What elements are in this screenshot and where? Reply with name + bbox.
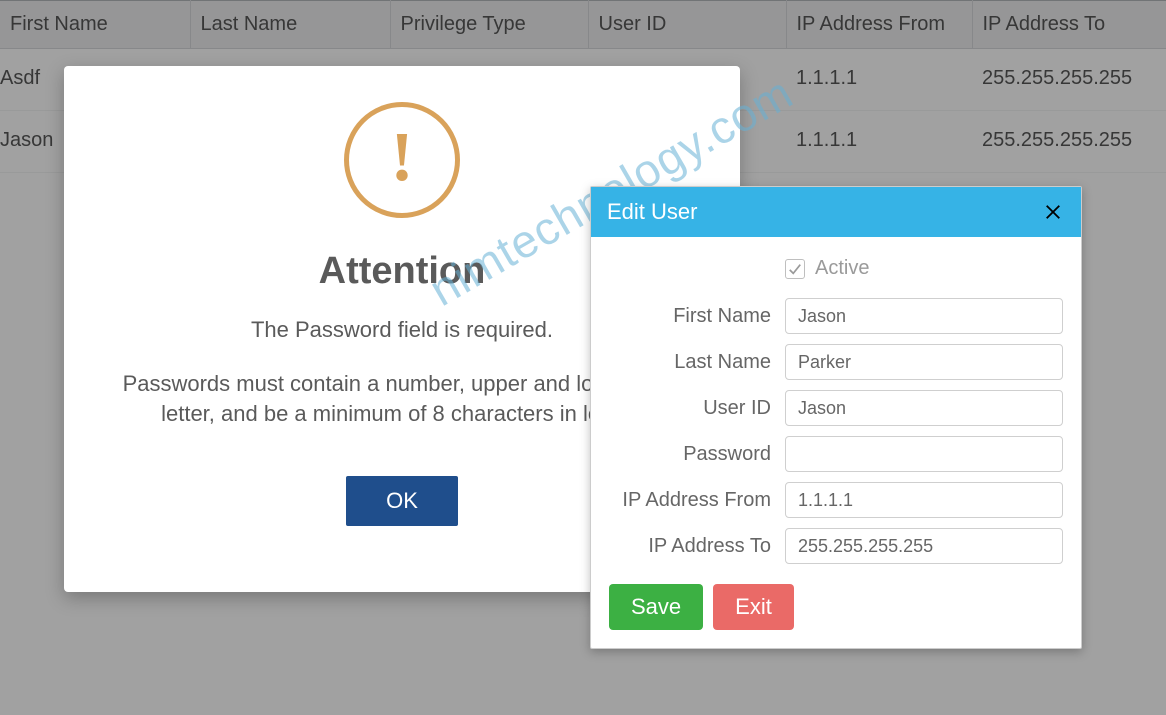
input-ip-to[interactable] [785,528,1063,564]
label-password: Password [609,443,785,466]
cell-ip-to: 255.255.255.255 [972,111,1166,173]
edit-user-dialog: Edit User Active First Name Last Name Us… [590,186,1082,649]
cell-ip-to: 255.255.255.255 [972,49,1166,111]
save-button[interactable]: Save [609,584,703,630]
active-label: Active [815,257,869,280]
col-privilege-type[interactable]: Privilege Type [390,1,588,49]
attention-title: Attention [319,250,486,293]
exclamation-icon: ! [390,123,413,193]
attention-message-1: The Password field is required. [251,317,553,343]
cell-ip-from: 1.1.1.1 [786,111,972,173]
col-ip-from[interactable]: IP Address From [786,1,972,49]
close-button[interactable] [1039,198,1067,226]
label-ip-to: IP Address To [609,535,785,558]
col-last-name[interactable]: Last Name [190,1,390,49]
col-ip-to[interactable]: IP Address To [972,1,1166,49]
close-icon [1044,203,1062,221]
label-first-name: First Name [609,305,785,328]
input-last-name[interactable] [785,344,1063,380]
exit-button[interactable]: Exit [713,584,794,630]
label-user-id: User ID [609,397,785,420]
checkmark-icon [788,262,802,276]
edit-user-title: Edit User [607,199,697,225]
label-last-name: Last Name [609,351,785,374]
active-checkbox[interactable] [785,259,805,279]
input-first-name[interactable] [785,298,1063,334]
warning-icon: ! [344,102,460,218]
cell-ip-from: 1.1.1.1 [786,49,972,111]
edit-user-header[interactable]: Edit User [591,187,1081,237]
ok-button[interactable]: OK [346,476,458,526]
input-password[interactable] [785,436,1063,472]
col-user-id[interactable]: User ID [588,1,786,49]
table-header-row: First Name Last Name Privilege Type User… [0,1,1166,49]
col-first-name[interactable]: First Name [0,1,190,49]
edit-user-body: Active First Name Last Name User ID Pass… [591,237,1081,648]
input-ip-from[interactable] [785,482,1063,518]
label-ip-from: IP Address From [609,489,785,512]
input-user-id[interactable] [785,390,1063,426]
